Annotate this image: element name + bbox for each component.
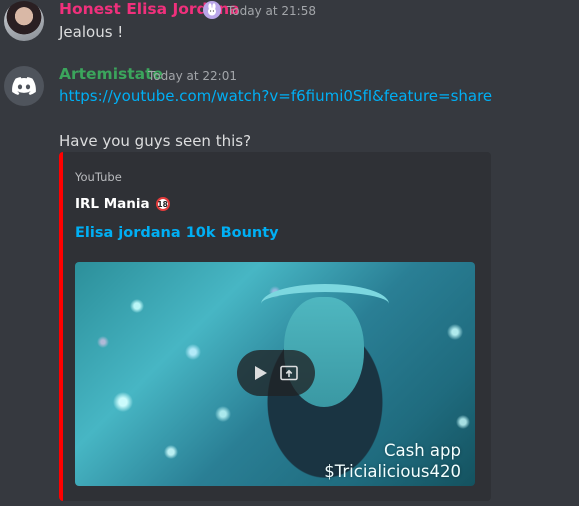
play-icon[interactable] [254, 365, 268, 381]
message-text: Have you guys seen this? [59, 132, 252, 150]
bunny-emoji-icon [203, 1, 221, 19]
message-1: Honest Elisa Jordana Today at 21:58 Jeal… [0, 0, 579, 50]
embed-provider[interactable]: YouTube [75, 170, 122, 184]
user-avatar[interactable] [4, 66, 44, 106]
video-controls [237, 350, 315, 396]
message-text: Jealous ! [59, 23, 124, 41]
youtube-link[interactable]: https://youtube.com/watch?v=f6fiumi0SfI&… [59, 87, 492, 105]
user-avatar[interactable] [4, 1, 44, 41]
embed-title[interactable]: Elisa jordana 10k Bounty [75, 225, 279, 241]
message-timestamp[interactable]: Today at 21:58 [227, 4, 316, 18]
embed-author[interactable]: IRL Mania 18 [75, 196, 170, 212]
age-restricted-icon: 18 [155, 197, 170, 211]
discord-logo-icon [12, 77, 36, 95]
video-caption-line1: Cash app [384, 441, 461, 460]
embed-author-name[interactable]: IRL Mania [75, 196, 150, 212]
video-caption: Cash app $Tricialicious420 [324, 440, 461, 482]
video-thumbnail[interactable]: Cash app $Tricialicious420 [75, 262, 475, 486]
youtube-embed: YouTube IRL Mania 18 Elisa jordana 10k B… [59, 152, 491, 501]
open-external-icon[interactable] [280, 365, 298, 381]
message-timestamp[interactable]: Today at 22:01 [148, 69, 237, 83]
embed-accent-bar [59, 152, 63, 501]
video-caption-line2: $Tricialicious420 [324, 462, 461, 481]
